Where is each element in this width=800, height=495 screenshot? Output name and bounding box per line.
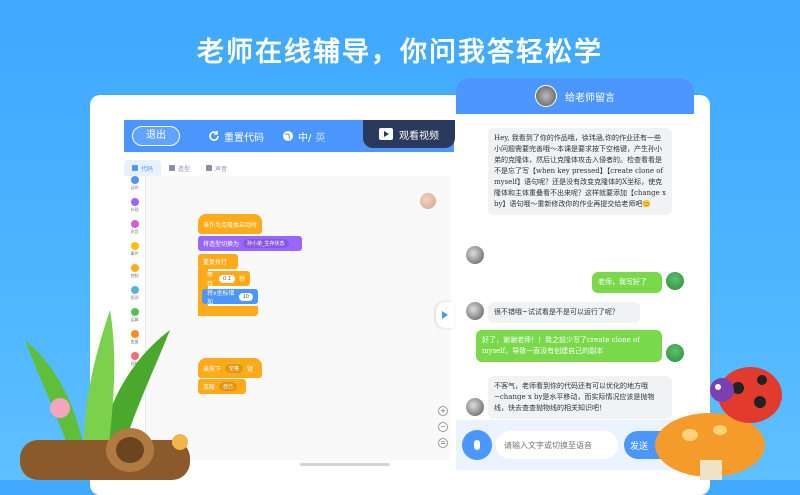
category-dot [130, 176, 139, 184]
block-label: 当按下 [203, 365, 222, 373]
exit-button[interactable]: 退出 [132, 126, 180, 146]
wait-input[interactable]: 0.1 [219, 274, 235, 283]
block-label: 等待 [207, 271, 214, 288]
reset-code-button[interactable]: 重置代码 [208, 129, 264, 144]
tab-sound-label: 声音 [215, 165, 228, 173]
code-workspace[interactable]: 当作为克隆体启动时 将造型切换为 孙小弟_生存状态 重复执行 等待 0.1 秒 … [146, 176, 450, 460]
play-icon [379, 128, 393, 140]
chat-message: 不客气，老师看到你的代码还有可以优化的地方哦~change x by是水平移动，… [488, 376, 672, 419]
block-label: 克隆 [203, 384, 216, 391]
block-label: 键 [247, 365, 254, 373]
chat-title: 给老师留言 [565, 92, 615, 104]
change-x-block[interactable]: 将x坐标增加 10 [202, 289, 258, 306]
microphone-icon [474, 440, 480, 450]
arrow-right-icon [442, 311, 448, 319]
language-alt-label: 英 [315, 132, 326, 144]
category-label: 动作 [130, 185, 139, 190]
category-dot [130, 220, 139, 228]
chat-message: 好了，谢谢老师！！我之前少写了create clone of myself，导致… [476, 330, 662, 362]
key-pressed-hat-block[interactable]: 当按下 空格 键 [198, 358, 262, 378]
tab-costume[interactable]: 造型 [161, 160, 198, 176]
key-dropdown[interactable]: 空格 [225, 363, 244, 373]
block-label: 将造型切换为 [203, 241, 240, 248]
watch-video-label: 观看视频 [399, 130, 439, 142]
category-control[interactable]: 控制 [124, 264, 145, 286]
teacher-avatar [466, 398, 484, 416]
tab-costume-label: 造型 [178, 165, 191, 173]
tab-sound[interactable]: 声音 [198, 160, 235, 176]
sprite-thumbnail[interactable] [420, 193, 436, 209]
code-icon [132, 165, 138, 171]
zoom-out-icon[interactable]: − [438, 422, 448, 432]
block-label: 将x坐标增加 [207, 289, 235, 306]
block-label: 重复执行 [203, 259, 228, 266]
tab-code-label: 代码 [141, 165, 154, 173]
globe-icon [283, 131, 293, 141]
teacher-avatar [466, 302, 484, 320]
block-label: 当作为克隆体启动时 [203, 221, 258, 229]
zoom-in-icon[interactable]: + [438, 406, 448, 416]
chat-message: 很不错哦~试试看是不是可以运行了呢？ [488, 302, 640, 323]
language-toggle[interactable]: 中/英 [282, 129, 325, 144]
zoom-reset-icon[interactable]: = [438, 438, 448, 448]
clone-start-hat-block[interactable]: 当作为克隆体启动时 [198, 214, 262, 234]
scroll-handle[interactable] [300, 463, 390, 466]
chat-header: 给老师留言 [456, 78, 694, 114]
watch-video-button[interactable]: 观看视频 [363, 120, 455, 148]
teacher-avatar [466, 246, 484, 264]
editor-tabs: 代码 造型 声音 [124, 160, 324, 176]
category-dot [130, 286, 139, 294]
category-dot [130, 264, 139, 272]
student-avatar [666, 272, 684, 290]
language-label: 中/ [298, 132, 312, 144]
speaker-icon [206, 165, 213, 171]
category-looks[interactable]: 外观 [124, 198, 145, 220]
forever-block[interactable]: 重复执行 [198, 254, 238, 269]
tab-code[interactable]: 代码 [124, 160, 162, 176]
brush-icon [169, 165, 176, 171]
mushroom-decoration [655, 367, 782, 480]
category-dot [130, 198, 139, 206]
chat-message: 老师，我写好了 [592, 272, 662, 293]
plant-decoration [20, 310, 190, 480]
category-label: 控制 [130, 273, 139, 278]
collapse-panel-button[interactable] [436, 302, 454, 328]
category-sound[interactable]: 声音 [124, 220, 145, 242]
category-label: 事件 [130, 251, 139, 256]
page-headline: 老师在线辅导，你问我答轻松学 [197, 37, 603, 68]
category-motion[interactable]: 动作 [124, 176, 145, 198]
forever-block-end [198, 306, 258, 316]
category-dot [130, 242, 139, 250]
microphone-button[interactable] [462, 430, 492, 460]
clone-target-dropdown[interactable]: 自己 [219, 382, 238, 391]
wait-block[interactable]: 等待 0.1 秒 [202, 271, 250, 288]
create-clone-block[interactable]: 克隆 自己 [198, 379, 246, 394]
costume-dropdown[interactable]: 孙小弟_生存状态 [243, 239, 289, 248]
teacher-avatar [535, 85, 557, 107]
change-x-input[interactable]: 10 [238, 292, 253, 301]
category-label: 声音 [130, 229, 139, 234]
chat-message: Hey, 我看到了你的作品哦，徐玮涵,你的作业还有一些小问题需要完善哦～本课是要… [488, 128, 672, 215]
switch-costume-block[interactable]: 将造型切换为 孙小弟_生存状态 [198, 236, 302, 251]
category-events[interactable]: 事件 [124, 242, 145, 264]
reset-code-label: 重置代码 [224, 132, 264, 144]
message-input[interactable] [496, 431, 618, 459]
block-label: 秒 [238, 276, 245, 283]
category-label: 外观 [130, 207, 139, 212]
refresh-icon [209, 131, 219, 141]
